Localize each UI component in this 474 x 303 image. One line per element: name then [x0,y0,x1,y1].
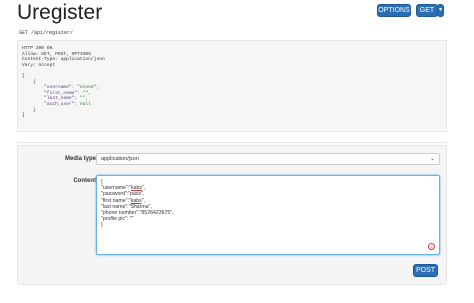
post-button[interactable]: POST [413,264,438,277]
content-label: Content: [73,178,98,184]
header-key: Allow: [22,51,39,57]
json-line: ] [22,113,25,119]
header-value: Accept [35,62,56,68]
json-value: : "ezone", [71,85,100,91]
grammar-badge-icon[interactable]: 2 [428,243,435,250]
divider [17,142,447,143]
response-panel: HTTP 200 OK Allow: GET, POST, OPTIONS Co… [17,40,447,132]
media-type-select[interactable]: application/json ⌄ [96,153,440,165]
options-button[interactable]: OPTIONS [377,4,411,17]
json-key: "first_name" [22,90,78,96]
get-dropdown-chevron-icon[interactable]: ▾ [437,4,444,17]
json-key: "auth_user" [22,101,75,107]
header-key: Vary: [22,62,36,68]
request-line: GET /api/register/ [19,30,74,36]
header-value: application/json [57,57,105,63]
raw-data-form: Media type: application/json ⌄ Content: … [17,145,447,285]
content-line: } [101,222,103,229]
content-text: ", [141,197,146,204]
content-textarea[interactable]: { "username":"kabs", "password":"pass", … [96,175,440,255]
json-key: "last_name" [22,96,75,102]
header-key: Content-Type: [22,57,58,63]
media-type-label: Media type: [64,156,98,162]
json-key: "username" [22,85,72,91]
spellcheck-word: kabs [130,197,142,204]
content-text: ", [142,185,146,192]
header-value: GET, POST, OPTIONS [38,51,91,57]
chevron-down-icon: ⌄ [429,156,435,162]
get-button[interactable]: GET [416,4,438,17]
json-value: : "", [74,96,89,102]
media-type-value: application/json [101,156,139,162]
json-value: : null [74,101,91,107]
content-text: "username":" [101,185,132,192]
page-title: Uregister [17,1,103,24]
json-value: : "", [77,90,91,96]
content-text: "first name":" [101,197,131,204]
spellcheck-word: kabs [131,185,143,192]
